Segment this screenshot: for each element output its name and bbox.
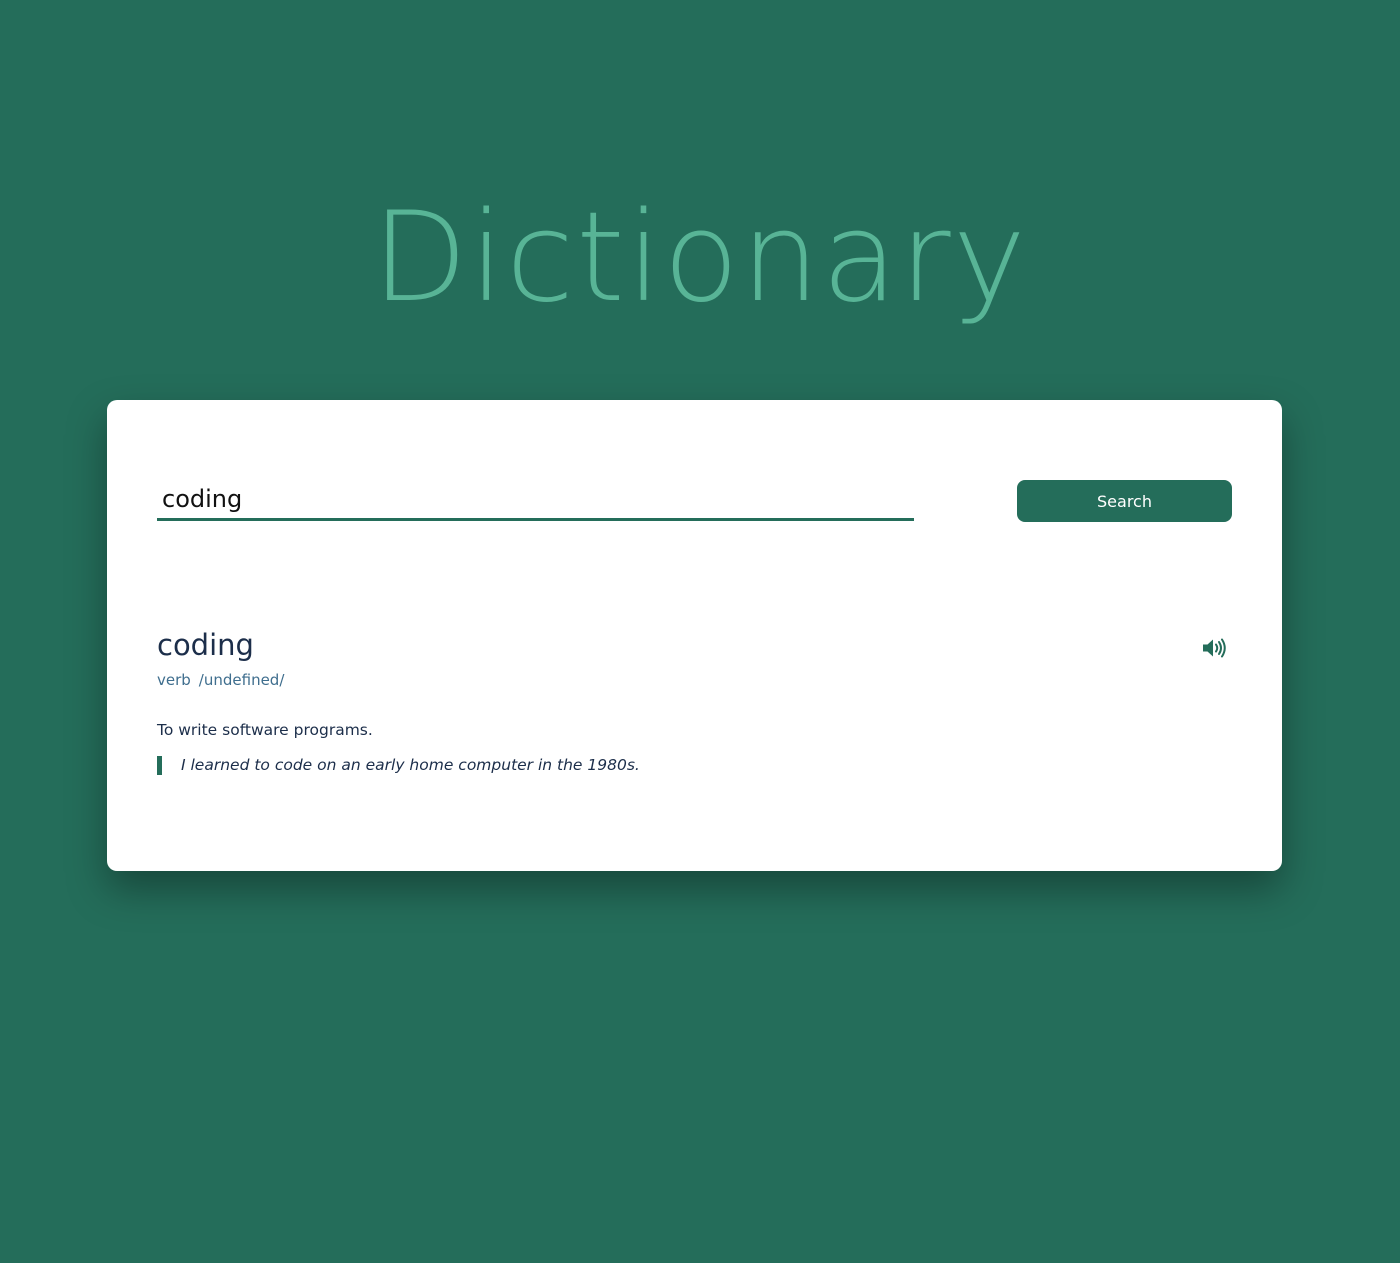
app-title: Dictionary	[372, 186, 1028, 330]
speaker-icon[interactable]	[1202, 637, 1228, 659]
word-meta: verb/undefined/	[157, 671, 284, 689]
search-input[interactable]	[157, 480, 914, 521]
search-card: Search coding verb/undefined/ To write s…	[107, 400, 1282, 871]
phonetic: /undefined/	[198, 671, 285, 689]
part-of-speech: verb	[157, 671, 191, 689]
search-button[interactable]: Search	[1017, 480, 1232, 522]
definition-text: To write software programs.	[157, 721, 373, 739]
example-quote: I learned to code on an early home compu…	[157, 756, 640, 775]
result-word: coding	[157, 628, 254, 662]
